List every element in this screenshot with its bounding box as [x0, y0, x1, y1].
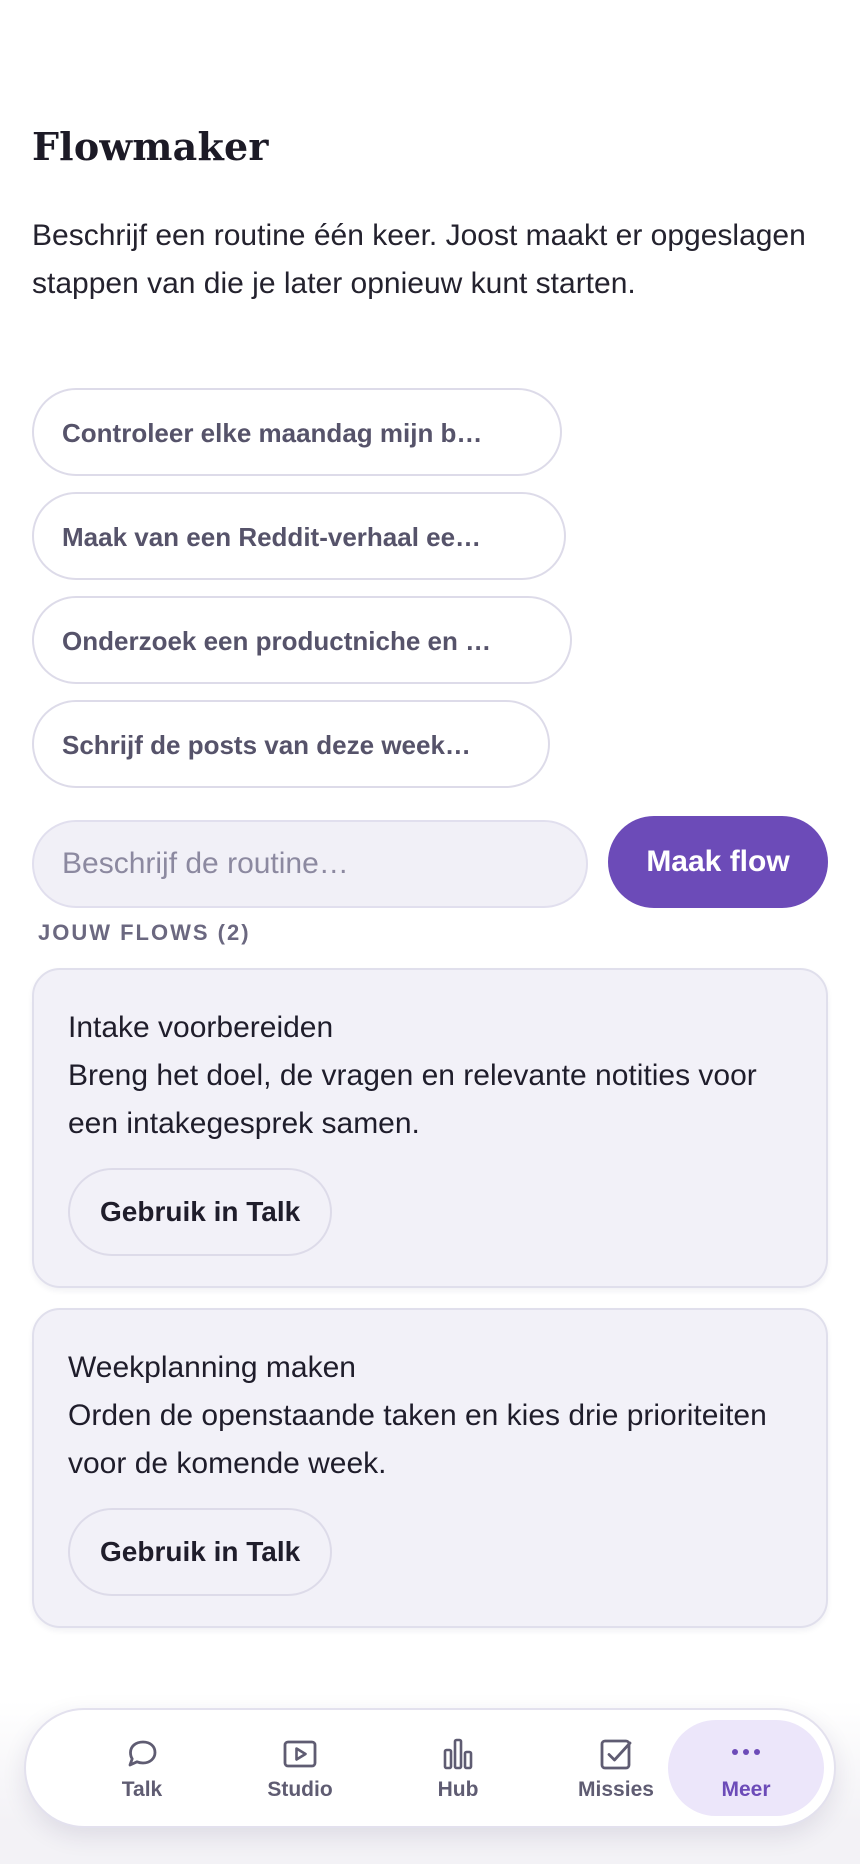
nav-label: Talk	[121, 1778, 163, 1801]
nav-item-hub[interactable]: Hub	[380, 1720, 536, 1816]
checkbox-icon	[600, 1739, 632, 1770]
nav-label: Studio	[267, 1778, 333, 1801]
flow-card: Weekplanning maken Orden de openstaande …	[32, 1308, 828, 1628]
nav-label: Meer	[721, 1778, 771, 1801]
nav-label: Hub	[437, 1778, 479, 1801]
nav-item-studio[interactable]: Studio	[222, 1720, 378, 1816]
flow-name: Intake voorbereiden	[68, 1011, 334, 1044]
suggestion-chip[interactable]: Schrijf de posts van deze week…	[32, 700, 550, 788]
flow-card: Intake voorbereiden Breng het doel, de v…	[32, 968, 828, 1288]
flow-name: Weekplanning maken	[68, 1351, 356, 1384]
more-dots-icon	[732, 1749, 760, 1755]
suggestion-chip[interactable]: Onderzoek een productniche en …	[32, 596, 572, 684]
routine-input[interactable]	[32, 820, 588, 908]
page-title: Flowmaker	[32, 124, 269, 169]
chat-bubble-icon	[128, 1740, 157, 1767]
nav-item-meer[interactable]: Meer	[668, 1720, 824, 1816]
flow-list: Intake voorbereiden Breng het doel, de v…	[32, 968, 828, 1648]
nav-item-talk[interactable]: Talk	[64, 1720, 220, 1816]
play-video-icon	[283, 1740, 317, 1768]
flows-section-label: JOUW FLOWS (2)	[38, 920, 251, 945]
flow-composer: Maak flow	[32, 816, 828, 908]
suggestion-chip[interactable]: Controleer elke maandag mijn b…	[32, 388, 562, 476]
make-flow-button[interactable]: Maak flow	[608, 816, 828, 908]
suggestion-chip[interactable]: Maak van een Reddit-verhaal ee…	[32, 492, 566, 580]
flow-description: Breng het doel, de vragen en relevante n…	[68, 1059, 757, 1140]
flowmaker-screen: Flowmaker Beschrijf een routine één keer…	[0, 0, 860, 1864]
use-in-talk-button[interactable]: Gebruik in Talk	[68, 1168, 333, 1256]
bottom-nav: Talk Studio Hub Missies Meer	[24, 1708, 836, 1828]
flow-description: Orden de openstaande taken en kies drie …	[68, 1399, 767, 1480]
suggestion-list: Controleer elke maandag mijn b… Maak van…	[32, 388, 572, 804]
intro-text: Beschrijf een routine één keer. Joost ma…	[32, 219, 806, 300]
use-in-talk-button[interactable]: Gebruik in Talk	[68, 1508, 333, 1596]
bar-chart-icon	[443, 1738, 473, 1770]
